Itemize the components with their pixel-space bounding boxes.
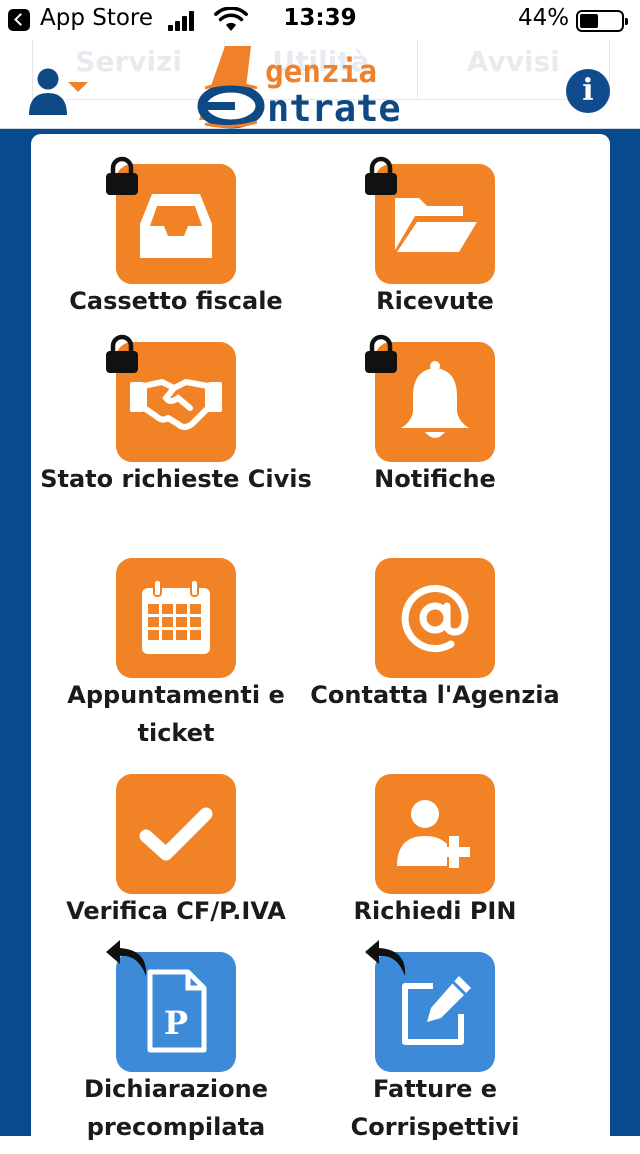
external-link-arrow-icon bbox=[365, 940, 406, 976]
tile-label: Richiedi PIN bbox=[353, 897, 517, 925]
tile-label: Notifiche bbox=[374, 465, 496, 493]
app-header: Servizi Utilità Avvisi genzia ntrate i bbox=[0, 40, 640, 130]
user-dropdown-icon[interactable] bbox=[26, 66, 90, 116]
tile-label: Appuntamenti e ticket bbox=[67, 681, 285, 747]
tile-label: Cassetto fiscale bbox=[69, 287, 283, 315]
services-panel: Cassetto fiscale Ricevute Stato richiest… bbox=[31, 134, 610, 1154]
tile-icon-bg bbox=[116, 774, 236, 894]
checkmark-icon bbox=[139, 807, 213, 861]
tile-label: Verifica CF/P.IVA bbox=[66, 897, 286, 925]
tile-label: Stato richieste Civis bbox=[40, 465, 312, 493]
logo-text-entrate: ntrate bbox=[267, 87, 401, 130]
lock-icon bbox=[106, 156, 138, 195]
logo-text-agenzia: genzia bbox=[265, 54, 377, 90]
lock-icon bbox=[365, 334, 397, 373]
tile-label: Ricevute bbox=[376, 287, 494, 315]
battery-percent: 44% bbox=[518, 5, 570, 31]
external-link-arrow-icon bbox=[106, 940, 147, 976]
tile-label: Dichiarazione precompilata bbox=[84, 1075, 268, 1141]
svg-text:P: P bbox=[164, 1004, 188, 1042]
tile-icon-bg bbox=[116, 558, 236, 678]
tile-label: Fatture e Corrispettivi bbox=[350, 1075, 520, 1141]
status-bar: App Store 13:39 44% bbox=[0, 0, 640, 40]
tile-icon-bg bbox=[375, 774, 495, 894]
info-icon[interactable]: i bbox=[566, 69, 610, 113]
agenzia-entrate-logo: genzia ntrate bbox=[195, 44, 445, 130]
at-sign-icon bbox=[401, 585, 469, 653]
battery-icon bbox=[576, 10, 628, 32]
calendar-icon bbox=[142, 579, 210, 654]
lock-icon bbox=[365, 156, 397, 195]
add-user-icon bbox=[397, 800, 470, 868]
tile-icon-bg bbox=[375, 558, 495, 678]
lock-icon bbox=[106, 334, 138, 373]
tile-label: Contatta l'Agenzia bbox=[310, 681, 560, 709]
